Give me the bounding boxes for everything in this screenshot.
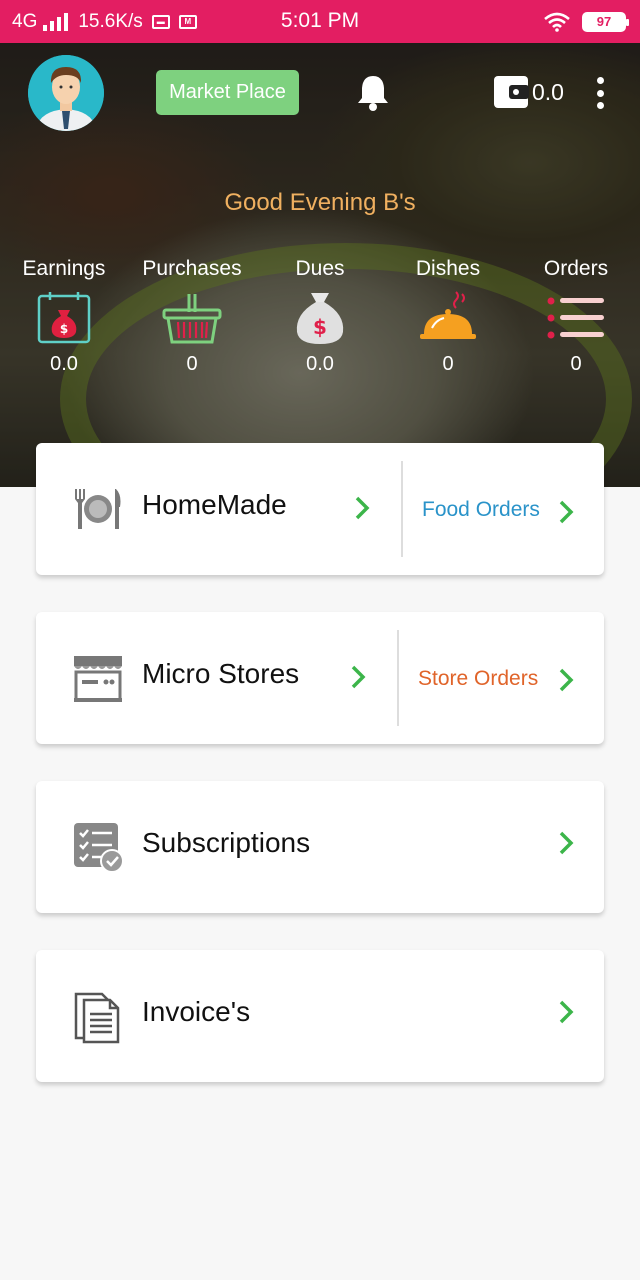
chevron-right-icon[interactable]	[558, 667, 574, 693]
stat-earnings[interactable]: Earnings $ 0.0	[0, 257, 128, 376]
stat-value: 0	[442, 353, 454, 375]
more-options-icon[interactable]	[592, 77, 608, 109]
invoices-card[interactable]: Invoice's	[36, 950, 604, 1082]
store-orders-link[interactable]: Store Orders	[418, 667, 538, 691]
food-orders-link[interactable]: Food Orders	[422, 498, 540, 522]
card-divider	[397, 630, 399, 726]
svg-text:$: $	[60, 322, 68, 336]
plate-cutlery-icon	[72, 483, 124, 535]
notification-bell-icon[interactable]	[356, 73, 390, 113]
checklist-icon	[72, 821, 124, 873]
chevron-right-icon[interactable]	[558, 999, 574, 1025]
chevron-right-icon[interactable]	[354, 495, 370, 521]
stat-label: Purchases	[142, 257, 242, 280]
homemade-card[interactable]: HomeMade Food Orders	[36, 443, 604, 575]
subscriptions-title: Subscriptions	[142, 827, 311, 858]
chevron-right-icon[interactable]	[558, 830, 574, 856]
storefront-icon	[72, 652, 124, 704]
stat-orders[interactable]: Orders 0	[512, 257, 640, 376]
subscriptions-card[interactable]: Subscriptions	[36, 781, 604, 913]
chevron-right-icon[interactable]	[558, 499, 574, 525]
micro-stores-title: Micro Stores	[142, 658, 300, 689]
money-bag-calendar-icon: $	[37, 292, 91, 344]
stat-value: 0	[186, 353, 198, 375]
wallet-icon[interactable]	[493, 75, 529, 109]
stats-row: Earnings $ 0.0 Purchases 0 Dues $ 0.0 Di…	[0, 257, 640, 387]
battery-indicator: 97	[582, 11, 629, 32]
hero-banner: Market Place 0.0 Good Evening B's Earnin…	[0, 43, 640, 487]
stat-value: 0.0	[50, 353, 78, 375]
stat-dues[interactable]: Dues $ 0.0	[256, 257, 384, 376]
documents-icon	[72, 990, 124, 1044]
chevron-right-icon[interactable]	[350, 664, 366, 690]
stat-label: Orders	[543, 257, 609, 280]
micro-stores-card[interactable]: Micro Stores Store Orders	[36, 612, 604, 744]
cloche-icon	[420, 291, 476, 339]
wallet-balance: 0.0	[532, 79, 564, 105]
avatar[interactable]	[28, 55, 104, 131]
greeting-text: Good Evening B's	[224, 189, 416, 216]
user-avatar-icon	[28, 55, 104, 131]
stat-value: 0	[570, 353, 582, 375]
stat-dishes[interactable]: Dishes 0	[384, 257, 512, 376]
wifi-icon	[544, 12, 570, 32]
stat-label: Dishes	[415, 257, 481, 280]
invoices-title: Invoice's	[142, 996, 251, 1027]
card-divider	[401, 461, 403, 557]
stat-purchases[interactable]: Purchases 0	[128, 257, 256, 376]
market-place-button[interactable]: Market Place	[156, 70, 299, 115]
stat-value: 0.0	[306, 353, 334, 375]
homemade-title: HomeMade	[142, 489, 287, 520]
basket-icon	[162, 294, 222, 344]
list-icon	[547, 297, 604, 339]
svg-text:$: $	[313, 315, 327, 339]
status-bar: 4G 15.6K/s ▬ M 5:01 PM 97	[0, 0, 640, 43]
dollar-bag-icon: $	[296, 293, 344, 344]
status-right: 97	[544, 0, 629, 43]
stat-label: Dues	[295, 257, 345, 280]
stat-label: Earnings	[22, 257, 106, 280]
